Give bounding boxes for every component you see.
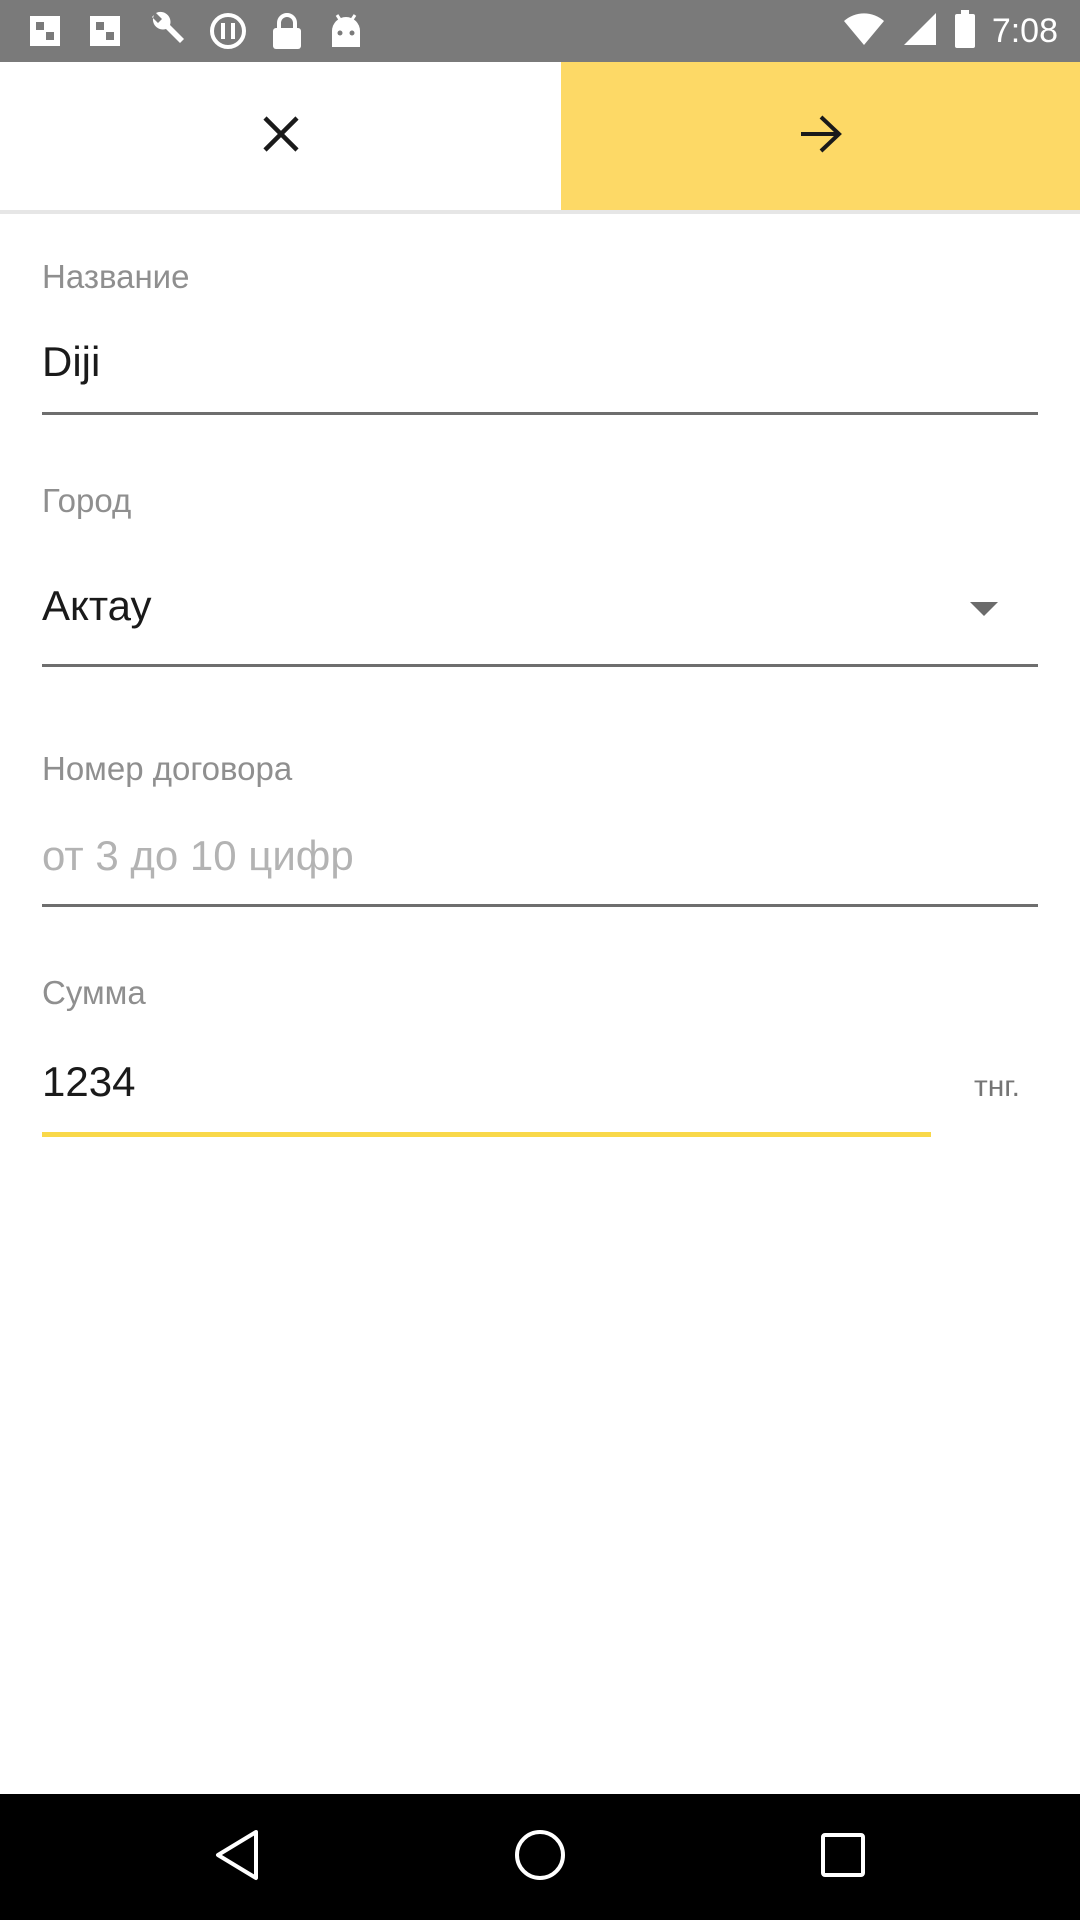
close-icon: [261, 114, 301, 159]
amount-underline: [42, 1132, 931, 1137]
lock-icon: [270, 11, 304, 51]
status-bar: 7:08: [0, 0, 1080, 62]
android-icon: [326, 11, 366, 51]
arrow-right-icon: [799, 114, 843, 159]
sync-icon: [208, 11, 248, 51]
back-triangle-icon: [212, 1828, 262, 1887]
status-right: 7:08: [842, 0, 1058, 62]
city-label: Город: [42, 482, 132, 519]
battery-icon: [954, 9, 976, 53]
home-circle-icon: [513, 1828, 567, 1887]
city-select[interactable]: Актау: [42, 582, 942, 630]
chevron-down-icon[interactable]: [970, 602, 998, 616]
signal-icon: [902, 11, 938, 52]
status-icons: [26, 10, 366, 52]
amount-label: Сумма: [42, 974, 146, 1011]
name-label: Название: [42, 258, 190, 295]
image-icon: [26, 12, 64, 50]
contract-input[interactable]: [42, 830, 942, 882]
action-bar: [0, 62, 1080, 210]
city-underline: [42, 664, 1038, 667]
city-field: Город Актау: [42, 482, 1038, 672]
recents-square-icon: [820, 1832, 866, 1883]
recents-button[interactable]: [783, 1794, 903, 1920]
back-button[interactable]: [177, 1794, 297, 1920]
amount-field: Сумма 1234 тнг.: [42, 974, 1038, 1144]
currency-label: тнг.: [974, 1070, 1020, 1103]
wrench-icon: [146, 11, 186, 51]
amount-input[interactable]: 1234: [42, 1058, 922, 1106]
action-bar-divider: [0, 210, 1080, 214]
name-underline: [42, 412, 1038, 415]
clock: 7:08: [991, 11, 1058, 50]
next-button[interactable]: [561, 62, 1080, 210]
name-input[interactable]: Diji: [42, 338, 942, 386]
image-icon: [86, 12, 124, 50]
contract-underline: [42, 904, 1038, 907]
contract-label: Номер договора: [42, 750, 293, 787]
wifi-icon: [842, 11, 886, 52]
close-button[interactable]: [0, 62, 561, 210]
name-field: Название Diji: [42, 258, 1038, 418]
home-button[interactable]: [480, 1794, 600, 1920]
contract-field: Номер договора: [42, 750, 1038, 910]
navigation-bar: [0, 1794, 1080, 1920]
